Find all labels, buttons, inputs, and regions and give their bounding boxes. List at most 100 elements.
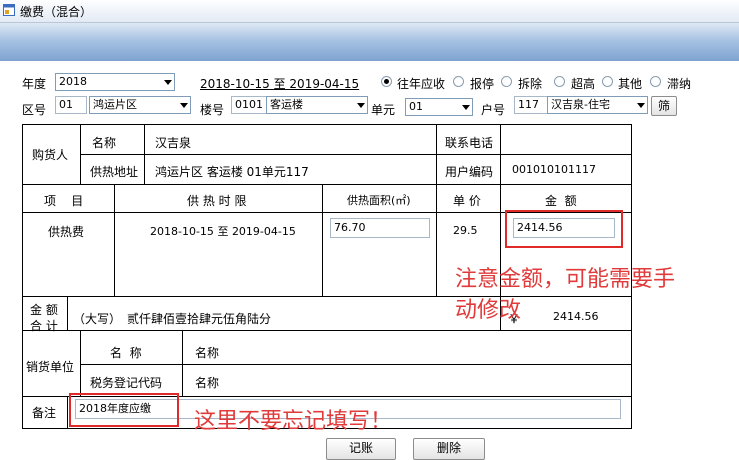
district-label: 区号 [22,103,47,117]
radio-suspend-label: 报停 [470,77,495,91]
radio-late-fee[interactable] [650,76,661,87]
remark-label: 备注 [32,406,57,420]
household-code-value: 117 [518,98,539,111]
grid-line [114,184,115,296]
grid-line [67,296,68,330]
buyer-address-label: 供热地址 [90,165,139,179]
chevron-down-icon [637,103,645,108]
grid-line [322,184,323,296]
period-from: 2018-10-15 [200,77,270,91]
seller-name-label: 名 称 [110,346,142,360]
delete-button[interactable]: 删除 [413,438,485,460]
building-code-value: 0101 [235,98,263,111]
app-window-icon [3,4,15,16]
row-item: 供热费 [48,225,85,239]
row-period-to-word: 至 [217,225,229,238]
post-button[interactable]: 记账 [326,438,396,460]
district-code-value: 01 [59,98,73,111]
radio-other-label: 其他 [618,77,643,91]
year-select[interactable]: 2018 [55,73,175,91]
remark-note: 这里不要忘记填写！ [194,409,393,434]
header-price: 单 价 [453,194,481,208]
amount-note-line1: 注意金额，可能需要手 [455,267,676,292]
grid-line [67,396,68,428]
district-select[interactable]: 鸿运片区 [89,96,191,114]
grid-line [80,154,631,155]
radio-prior-year[interactable] [381,76,392,87]
building-select-value: 客运楼 [270,98,303,111]
buyer-code-value: 001010101117 [512,163,596,176]
year-select-value: 2018 [59,75,87,88]
header-item: 项 目 [44,194,84,208]
area-input-value: 76.70 [334,221,366,234]
grid-line [182,330,183,396]
grid-line [22,124,23,429]
area-input[interactable]: 76.70 [330,218,430,238]
row-period: 2018-10-15 至 2019-04-15 [150,223,296,239]
period-to: 2019-04-15 [289,77,360,91]
buyer-address-value: 鸿运片区 客运楼 01单元117 [155,165,309,179]
household-select[interactable]: 汉吉泉-住宅 [547,96,648,114]
amount-note-line2: 动修改 [455,298,522,323]
chevron-down-icon [462,105,470,110]
chevron-down-icon [357,103,365,108]
unit-label: 单元 [371,103,396,117]
household-code-input[interactable]: 117 [514,96,548,114]
radio-prior-year-label: 往年应收 [397,77,446,91]
total-amount: 2414.56 [553,310,599,323]
buyer-name-value: 汉吉泉 [155,136,192,150]
district-code-input[interactable]: 01 [55,96,87,114]
seller-name-value: 名称 [195,346,220,360]
header-area: 供热面积(㎡) [347,194,411,207]
buyer-name-label: 名称 [92,136,117,150]
window-title: 缴费（混合） [20,5,93,19]
seller-tax-label: 税务登记代码 [90,376,163,390]
remark-highlight-box [69,393,179,427]
unit-select-value: 01 [409,100,423,113]
grid-line [80,330,81,396]
row-period-from: 2018-10-15 [150,225,214,238]
seller-section-label: 销货单位 [26,360,75,374]
period-range-text: 2018-10-15 至 2019-04-15 [200,75,359,92]
total-uppercase-value: 贰仟肆佰壹拾肆元伍角陆分 [127,312,272,326]
buyer-section-label: 购货人 [32,148,69,162]
total-uppercase-prefix: （大写） [73,312,122,326]
building-label: 楼号 [200,103,225,117]
amount-highlight-box [505,210,623,248]
household-select-value: 汉吉泉-住宅 [551,98,610,111]
building-select[interactable]: 客运楼 [266,96,368,114]
period-to-word: 至 [273,77,286,91]
radio-late-fee-label: 滞纳 [667,77,692,91]
radio-overheight-label: 超高 [571,77,596,91]
title-bar: 缴费（混合） [0,0,739,23]
radio-overheight[interactable] [554,76,565,87]
grid-line [80,364,631,365]
row-price: 29.5 [453,224,478,237]
grid-line [22,330,632,331]
buyer-phone-label: 联系电话 [445,136,494,150]
buyer-code-label: 用户编码 [445,165,494,179]
radio-suspend[interactable] [453,76,464,87]
radio-demolish-label: 拆除 [518,77,543,91]
total-label-line1: 金 额 [30,303,58,317]
row-period-to: 2019-04-15 [231,225,296,238]
header-amount: 金 额 [545,194,577,208]
radio-demolish[interactable] [501,76,512,87]
radio-other[interactable] [602,76,613,87]
chevron-down-icon [180,103,188,108]
building-code-input[interactable]: 0101 [231,96,267,114]
district-select-value: 鸿运片区 [93,98,137,111]
grid-line [22,124,632,125]
total-label-line2: 合 计 [30,319,58,333]
chevron-down-icon [164,80,172,85]
filter-button[interactable]: 筛 [651,96,677,116]
total-uppercase: （大写） 贰仟肆佰壹拾肆元伍角陆分 [73,310,271,327]
grid-line [436,184,437,296]
year-label: 年度 [22,77,47,91]
header-banner [0,23,739,61]
household-label: 户号 [481,103,506,117]
grid-line [22,296,632,297]
unit-select[interactable]: 01 [405,98,473,116]
header-period: 供 热 时 限 [187,194,247,208]
seller-tax-value: 名称 [195,376,220,390]
